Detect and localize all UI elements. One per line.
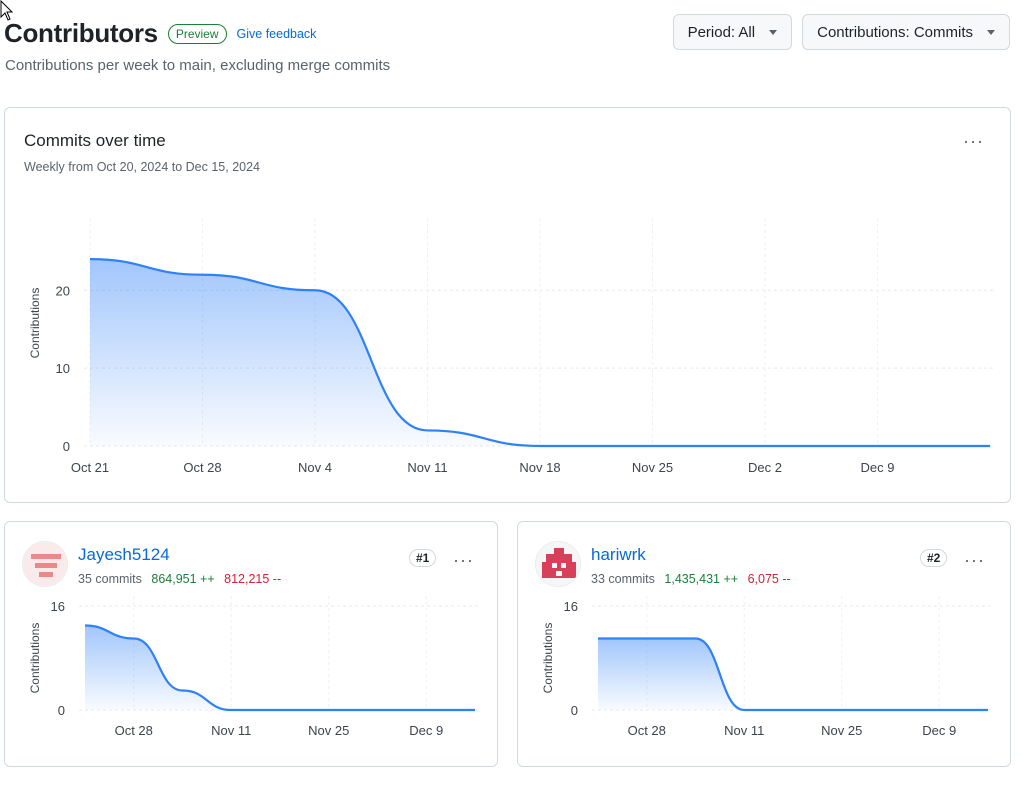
page-subtitle: Contributions per week to main, excludin…	[5, 57, 391, 74]
contributions-select-label: Contributions: Commits	[817, 23, 973, 41]
period-select-label: Period: All	[687, 23, 756, 41]
x-tick-label: Nov 4	[298, 460, 332, 475]
y-tick-label: 16	[51, 599, 65, 614]
x-tick-label: Nov 11	[211, 723, 251, 738]
x-tick-label: Dec 9	[409, 723, 443, 738]
contributor-chart: 0 16 Oct 28 Nov 11 Nov 25 Dec 9 Contributions	[28, 596, 481, 738]
contributor-card: hariwrk 33 commits 1,435,431 ++ 6,075 --…	[517, 521, 1011, 767]
contributions-select[interactable]: Contributions: Commits	[802, 14, 1010, 50]
x-tick-label: Dec 9	[861, 460, 895, 475]
x-tick-label: Oct 28	[628, 723, 666, 738]
chart-controls: Period: All Contributions: Commits	[672, 14, 1010, 50]
y-axis-label: Contributions	[541, 623, 555, 694]
y-axis-label: Contributions	[28, 623, 42, 694]
x-tick-label: Dec 2	[748, 460, 782, 475]
y-tick-label: 20	[56, 283, 70, 298]
period-select[interactable]: Period: All	[672, 14, 793, 50]
x-tick-label: Nov 11	[407, 460, 447, 475]
contributor-chart: 0 16 Oct 28 Nov 11 Nov 25 Dec 9 Contributions	[541, 596, 994, 738]
page-title: Contributors	[4, 18, 158, 48]
x-tick-label: Nov 25	[308, 723, 349, 738]
area-fill	[85, 625, 475, 710]
page-header: Contributors Preview Give feedback Contr…	[4, 14, 1010, 78]
y-tick-label: 0	[63, 439, 70, 454]
x-tick-label: Nov 11	[724, 723, 764, 738]
caret-down-icon	[769, 29, 778, 35]
x-tick-label: Dec 9	[922, 723, 956, 738]
x-tick-label: Nov 18	[519, 460, 560, 475]
commits-over-time-chart: 0 10 20 Oct 21 Oct 28 Nov 4 Nov 11 Nov 18 Nov 25…	[28, 218, 996, 475]
contributor-card: Jayesh5124 35 commits 864,951 ++ 812,215…	[4, 521, 498, 767]
give-feedback-link[interactable]: Give feedback	[237, 27, 317, 41]
x-tick-label: Nov 25	[632, 460, 673, 475]
commits-over-time-card: Commits over time Weekly from Oct 20, 20…	[4, 107, 1011, 503]
y-tick-label: 0	[571, 703, 578, 718]
y-axis-label: Contributions	[28, 288, 42, 359]
preview-badge: Preview	[167, 23, 227, 44]
y-tick-label: 16	[564, 599, 578, 614]
caret-down-icon	[987, 29, 995, 35]
x-tick-label: Oct 28	[183, 460, 221, 475]
x-tick-label: Oct 21	[71, 460, 109, 475]
x-tick-label: Oct 28	[115, 723, 153, 738]
y-tick-label: 10	[56, 361, 70, 376]
area-fill	[598, 638, 988, 710]
x-tick-label: Nov 25	[821, 723, 862, 738]
y-tick-label: 0	[58, 703, 65, 718]
